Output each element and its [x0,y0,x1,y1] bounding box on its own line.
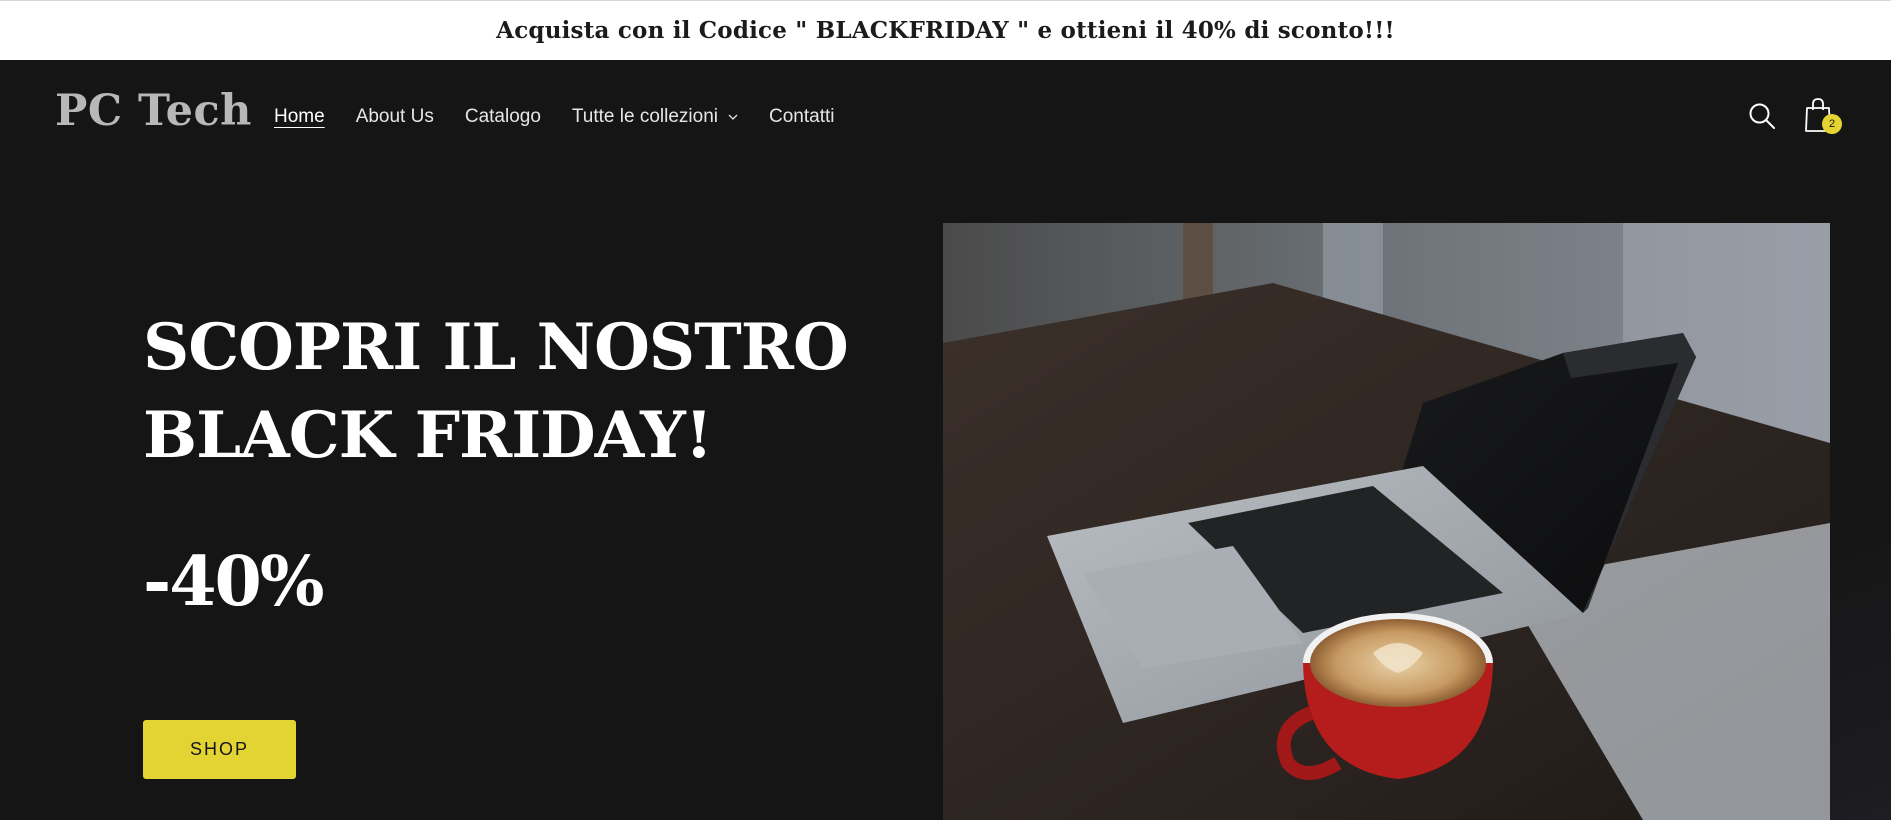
announcement-text: Acquista con il Codice " BLACKFRIDAY " e… [496,17,1395,44]
announcement-bar: Acquista con il Codice " BLACKFRIDAY " e… [0,0,1891,60]
site-header: PC Tech Home About Us Catalogo Tutte le … [0,60,1891,172]
nav-item-home[interactable]: Home [274,106,325,128]
search-icon[interactable] [1748,102,1776,130]
hero-title-line-1: SCOPRI IL NOSTRO [143,310,849,385]
nav-label-contatti: Contatti [769,106,835,127]
nav-label-catalogo: Catalogo [464,106,541,127]
nav-item-collezioni[interactable]: Tutte le collezioni [572,106,738,128]
cart-count-badge: 2 [1822,114,1842,134]
nav-item-catalogo[interactable]: Catalogo [465,106,541,128]
hero-title-line-2: BLACK FRIDAY! [143,398,713,473]
hero-image-laptop-coffee [943,223,1830,820]
nav-label-about-us: About Us [355,106,434,127]
nav-label-collezioni: Tutte le collezioni [571,106,718,127]
main-nav: Home About Us Catalogo Tutte le collezio… [274,106,865,128]
hero-discount: -40% [143,542,324,622]
cart-button[interactable]: 2 [1803,96,1842,136]
nav-item-contatti[interactable]: Contatti [769,106,834,128]
shop-button[interactable]: SHOP [143,720,296,779]
site-logo[interactable]: PC Tech [55,90,252,133]
decorative-shape [1830,500,1891,820]
chevron-down-icon [728,114,738,120]
nav-item-about-us[interactable]: About Us [356,106,434,128]
hero-title: SCOPRI IL NOSTRO BLACK FRIDAY! [143,304,903,480]
laptop-coffee-photo [943,223,1830,820]
nav-label-home: Home [274,106,325,127]
